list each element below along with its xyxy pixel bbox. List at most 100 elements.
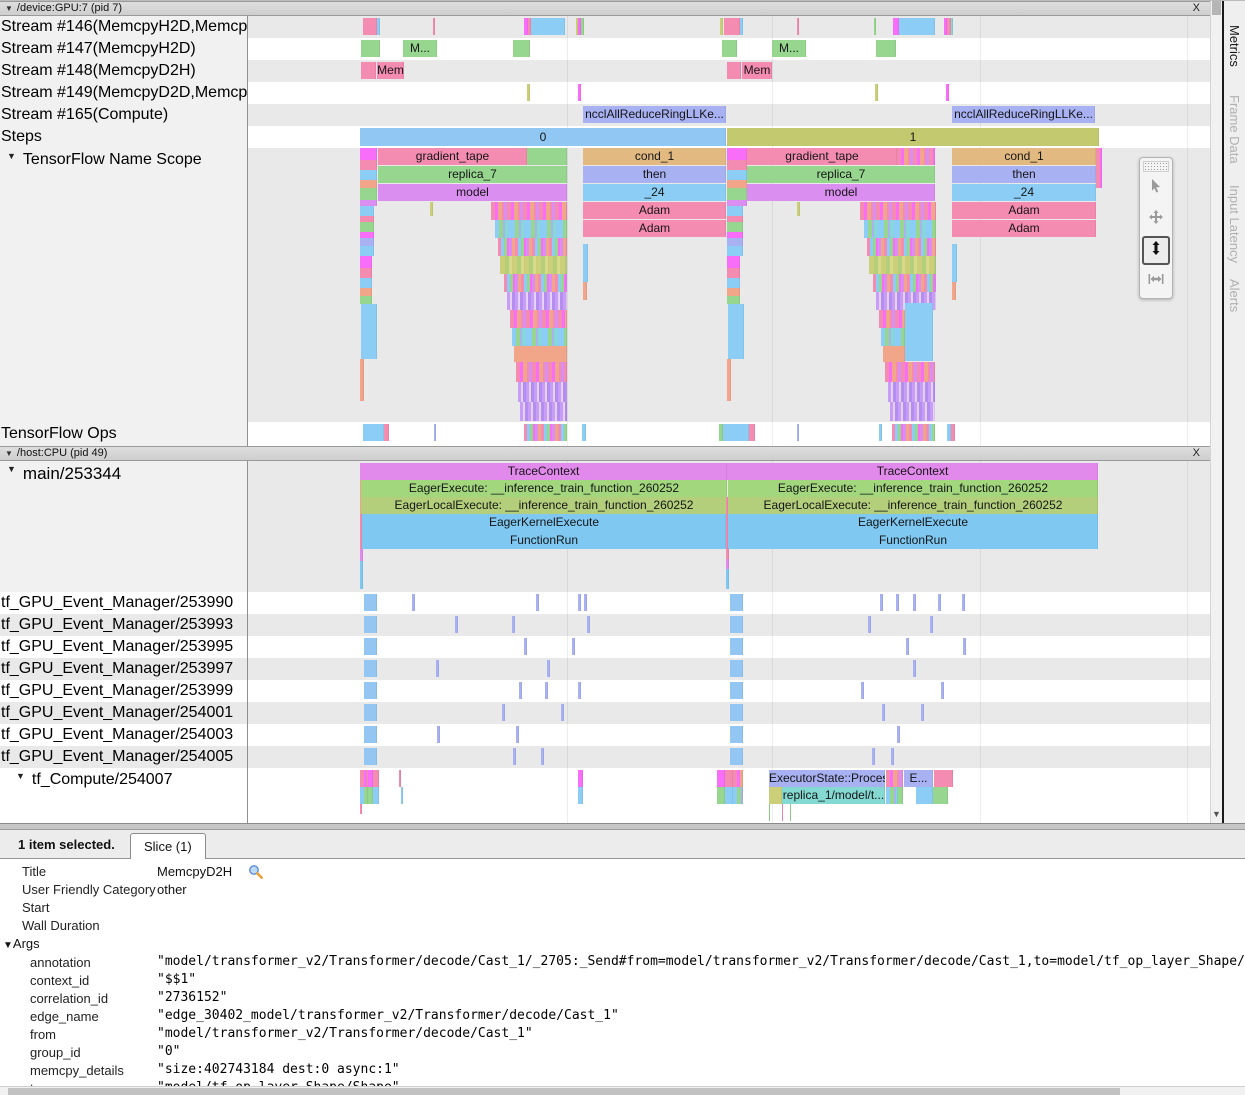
trace-slice[interactable]: [728, 304, 744, 359]
trace-slice[interactable]: [726, 549, 729, 559]
row-label[interactable]: ▼tf_Compute/254007: [0, 768, 248, 823]
trace-slice[interactable]: replica_1/model/t...: [782, 787, 885, 804]
trace-slice[interactable]: [373, 787, 379, 804]
trace-slice[interactable]: [495, 220, 567, 238]
trace-slice[interactable]: [883, 346, 905, 362]
trace-slice[interactable]: [587, 616, 590, 633]
trace-slice[interactable]: [872, 748, 875, 765]
trace-slice[interactable]: [498, 238, 567, 256]
trace-slice[interactable]: [797, 424, 799, 441]
trace-slice[interactable]: [412, 594, 415, 611]
trace-slice[interactable]: [725, 770, 733, 787]
close-button[interactable]: X: [1189, 2, 1204, 15]
trace-slice[interactable]: [502, 704, 505, 721]
trace-slice[interactable]: [720, 18, 723, 35]
trace-slice[interactable]: [962, 594, 965, 611]
trace-slice[interactable]: [885, 362, 935, 382]
trace-slice[interactable]: [377, 18, 380, 35]
trace-slice[interactable]: EagerKernelExecute: [728, 514, 1098, 531]
trace-slice[interactable]: [360, 148, 377, 206]
close-button[interactable]: X: [1189, 447, 1204, 460]
trace-slice[interactable]: 1: [727, 128, 1099, 146]
trace-slice[interactable]: [361, 304, 377, 359]
trace-slice[interactable]: [727, 148, 747, 206]
trace-slice[interactable]: [874, 18, 876, 35]
trace-slice[interactable]: 0: [360, 128, 726, 146]
trace-slice[interactable]: [360, 770, 368, 787]
trace-slice[interactable]: [364, 748, 377, 765]
trace-slice[interactable]: Adam: [583, 202, 726, 219]
trace-slice[interactable]: [524, 638, 527, 655]
trace-slice[interactable]: [934, 770, 953, 787]
trace-slice[interactable]: [888, 382, 935, 402]
trace-slice[interactable]: [941, 682, 944, 699]
trace-slice[interactable]: [516, 362, 567, 382]
trace-slice[interactable]: [360, 206, 374, 256]
trace-slice[interactable]: [905, 303, 933, 361]
collapse-icon[interactable]: ▼: [5, 4, 13, 13]
row-label[interactable]: ▼TensorFlow Name Scope: [0, 148, 248, 422]
trace-slice[interactable]: [730, 616, 743, 633]
trace-slice[interactable]: [860, 202, 936, 220]
trace-slice[interactable]: [726, 559, 729, 569]
trace-slice[interactable]: [898, 787, 903, 804]
toolbar-grip-handle[interactable]: [1143, 161, 1169, 172]
trace-slice[interactable]: [582, 424, 586, 441]
trace-slice[interactable]: [363, 424, 384, 441]
trace-slice[interactable]: [361, 62, 376, 79]
trace-slice[interactable]: [906, 638, 909, 655]
trace-slice[interactable]: [527, 148, 567, 165]
trace-slice[interactable]: [733, 787, 743, 804]
trace-slice[interactable]: [790, 804, 791, 821]
trace-slice[interactable]: replica_7: [747, 166, 935, 183]
trace-slice[interactable]: [963, 638, 966, 655]
trace-slice[interactable]: ncclAllReduceRingLLKe...: [583, 106, 726, 123]
trace-slice[interactable]: [512, 616, 515, 633]
trace-slice[interactable]: [749, 424, 755, 441]
trace-slice[interactable]: [727, 206, 743, 256]
trace-slice[interactable]: [861, 682, 864, 699]
trace-slice[interactable]: [364, 704, 377, 721]
trace-slice[interactable]: [572, 638, 575, 655]
trace-slice[interactable]: _24: [952, 184, 1096, 201]
trace-slice[interactable]: [730, 748, 743, 765]
trace-slice[interactable]: [730, 660, 743, 677]
selection-tool-button[interactable]: [1142, 174, 1170, 203]
trace-slice[interactable]: [364, 616, 377, 633]
trace-slice[interactable]: [512, 328, 567, 346]
trace-slice[interactable]: [724, 18, 740, 35]
trace-slice[interactable]: ExecutorState::Process: [769, 770, 885, 787]
trace-slice[interactable]: [364, 682, 377, 699]
trace-slice[interactable]: [730, 704, 743, 721]
trace-slice[interactable]: [1096, 148, 1102, 188]
trace-slice[interactable]: [769, 804, 770, 821]
trace-slice[interactable]: [951, 18, 953, 35]
trace-slice[interactable]: [510, 310, 567, 328]
row-label[interactable]: ▼main/253344: [0, 461, 248, 592]
trace-slice[interactable]: _24: [583, 184, 726, 201]
trace-slice[interactable]: Adam: [952, 220, 1096, 237]
trace-slice[interactable]: [399, 770, 401, 787]
trace-slice[interactable]: model: [378, 184, 567, 201]
trace-slice[interactable]: then: [583, 166, 726, 183]
trace-slice[interactable]: [951, 424, 955, 441]
trace-slice[interactable]: [583, 244, 588, 282]
trace-slice[interactable]: [879, 424, 882, 441]
trace-slice[interactable]: [730, 682, 743, 699]
trace-slice[interactable]: [880, 594, 883, 611]
section-header[interactable]: ▼/host:CPU (pid 49)X: [0, 446, 1210, 461]
trace-slice[interactable]: [730, 726, 743, 743]
trace-slice[interactable]: [938, 594, 941, 611]
trace-slice[interactable]: Adam: [952, 202, 1096, 219]
trace-slice[interactable]: [360, 561, 363, 589]
trace-slice[interactable]: [899, 18, 935, 35]
trace-slice[interactable]: then: [952, 166, 1096, 183]
trace-slice[interactable]: [581, 18, 584, 35]
trace-slice[interactable]: [504, 274, 567, 292]
trace-slice[interactable]: [364, 594, 377, 611]
collapse-icon[interactable]: ▼: [5, 449, 13, 458]
horizontal-scrollbar[interactable]: [0, 1086, 1245, 1095]
trace-slice[interactable]: Mem: [742, 62, 772, 79]
trace-slice[interactable]: [782, 804, 783, 821]
trace-slice[interactable]: [527, 84, 530, 101]
